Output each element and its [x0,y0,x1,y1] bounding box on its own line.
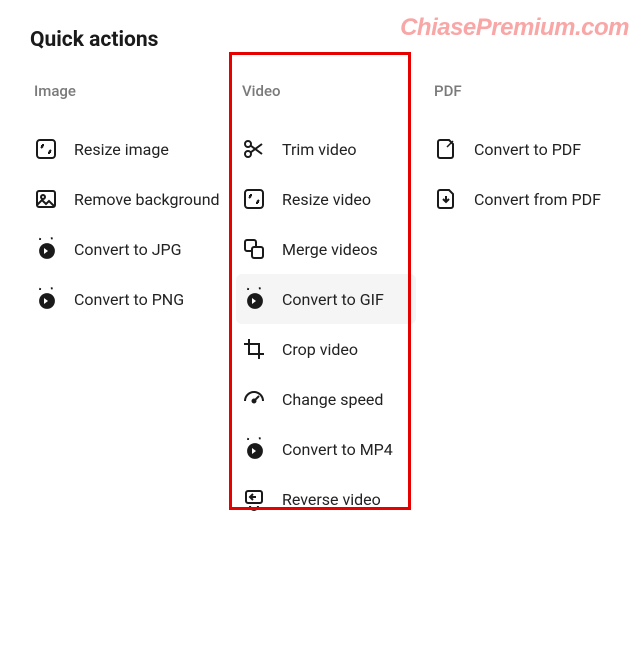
image-action-list: Resize image Remove background Convert t… [30,124,236,324]
action-crop-video[interactable]: Crop video [236,324,416,374]
trim-icon [242,137,266,161]
convert-png-icon [34,287,58,311]
action-change-speed[interactable]: Change speed [236,374,416,424]
action-resize-video[interactable]: Resize video [236,174,416,224]
convert-mp4-icon [242,437,266,461]
resize-image-icon [34,137,58,161]
column-heading-video: Video [236,82,416,100]
action-label: Convert to PDF [474,140,581,159]
action-label: Reverse video [282,490,381,509]
convert-to-pdf-icon [434,137,458,161]
convert-from-pdf-icon [434,187,458,211]
columns-wrapper: Image Resize image Remove background [30,82,613,524]
action-convert-from-pdf[interactable]: Convert from PDF [430,174,630,224]
resize-video-icon [242,187,266,211]
action-label: Convert to GIF [282,290,384,309]
action-label: Merge videos [282,240,378,259]
action-label: Convert from PDF [474,190,601,209]
action-label: Change speed [282,390,383,409]
pdf-action-list: Convert to PDF Convert from PDF [430,124,630,224]
convert-jpg-icon [34,237,58,261]
video-action-list: Trim video Resize video Merge videos [236,124,416,524]
action-trim-video[interactable]: Trim video [236,124,416,174]
column-video: Video Trim video Resize video [236,82,416,524]
action-label: Remove background [74,190,220,209]
action-convert-png[interactable]: Convert to PNG [30,274,236,324]
column-heading-image: Image [30,82,236,100]
action-convert-mp4[interactable]: Convert to MP4 [236,424,416,474]
action-remove-background[interactable]: Remove background [30,174,236,224]
convert-gif-icon [242,287,266,311]
action-label: Convert to PNG [74,290,184,309]
remove-background-icon [34,187,58,211]
speed-icon [242,387,266,411]
page-title: Quick actions [30,28,613,52]
action-label: Resize video [282,190,371,209]
action-label: Resize image [74,140,169,159]
action-convert-jpg[interactable]: Convert to JPG [30,224,236,274]
action-convert-to-pdf[interactable]: Convert to PDF [430,124,630,174]
merge-icon [242,237,266,261]
reverse-icon [242,487,266,511]
action-label: Crop video [282,340,358,359]
action-label: Trim video [282,140,357,159]
action-reverse-video[interactable]: Reverse video [236,474,416,524]
action-resize-image[interactable]: Resize image [30,124,236,174]
crop-icon [242,337,266,361]
column-heading-pdf: PDF [430,82,630,100]
action-label: Convert to MP4 [282,440,393,459]
column-pdf: PDF Convert to PDF Convert from PDF [430,82,630,524]
action-convert-gif[interactable]: Convert to GIF [236,274,416,324]
column-image: Image Resize image Remove background [30,82,236,524]
action-label: Convert to JPG [74,240,182,259]
action-merge-videos[interactable]: Merge videos [236,224,416,274]
